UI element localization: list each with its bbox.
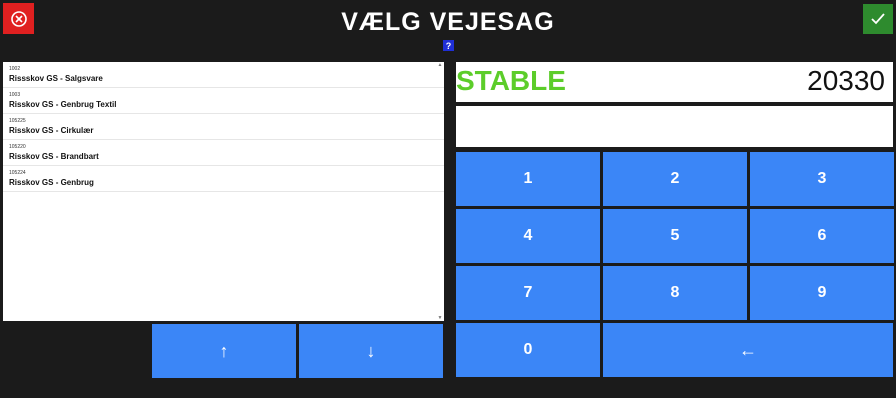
item-code: 1003 <box>9 92 21 98</box>
key-7[interactable]: 7 <box>456 266 600 320</box>
key-4[interactable]: 4 <box>456 209 600 263</box>
arrow-left-icon: ← <box>739 339 757 360</box>
item-name: Risskov GS - Genbrug Textil <box>9 100 117 109</box>
key-6[interactable]: 6 <box>750 209 894 263</box>
number-input[interactable] <box>456 106 893 147</box>
key-5[interactable]: 5 <box>603 209 747 263</box>
scroll-up-arrow-icon[interactable]: ▲ <box>437 62 443 68</box>
item-name: Risskov GS - Genbrug <box>9 178 94 187</box>
key-2[interactable]: 2 <box>603 152 747 206</box>
key-0[interactable]: 0 <box>456 323 600 377</box>
list-item[interactable]: 1003 Risskov GS - Genbrug Textil <box>3 88 444 114</box>
backspace-button[interactable]: ← <box>603 323 893 377</box>
confirm-button[interactable] <box>863 4 893 34</box>
item-code: 105225 <box>9 118 26 124</box>
item-name: Rissskov GS - Salgsvare <box>9 74 103 83</box>
arrow-down-icon: ↓ <box>366 340 376 361</box>
scroll-down-button[interactable]: ↓ <box>299 324 443 378</box>
arrow-up-icon: ↑ <box>219 340 229 361</box>
item-code: 1002 <box>9 66 21 72</box>
weight-display: STABLE 20330 <box>456 62 893 102</box>
list-item[interactable]: 105220 Risskov GS - Brandbart <box>3 140 444 166</box>
stable-status: STABLE <box>456 65 566 96</box>
scroll-down-arrow-icon[interactable]: ▼ <box>437 315 443 321</box>
item-name: Risskov GS - Cirkulær <box>9 126 94 135</box>
page-title: VÆLG VEJESAG <box>341 8 555 36</box>
key-3[interactable]: 3 <box>750 152 894 206</box>
checkmark-icon <box>871 13 885 25</box>
key-9[interactable]: 9 <box>750 266 894 320</box>
key-1[interactable]: 1 <box>456 152 600 206</box>
item-code: 105220 <box>9 144 26 150</box>
scroll-up-button[interactable]: ↑ <box>152 324 296 378</box>
list-item[interactable]: 105224 Risskov GS - Genbrug <box>3 166 444 192</box>
weight-value: 20330 <box>807 65 885 96</box>
list-item[interactable]: 105225 Risskov GS - Cirkulær <box>3 114 444 140</box>
case-list: 1002 Rissskov GS - Salgsvare 1003 Rissko… <box>3 62 444 321</box>
item-name: Risskov GS - Brandbart <box>9 152 99 161</box>
item-code: 105224 <box>9 170 26 176</box>
list-item[interactable]: 1002 Rissskov GS - Salgsvare <box>3 62 444 88</box>
key-8[interactable]: 8 <box>603 266 747 320</box>
help-button[interactable]: ? <box>443 40 454 51</box>
